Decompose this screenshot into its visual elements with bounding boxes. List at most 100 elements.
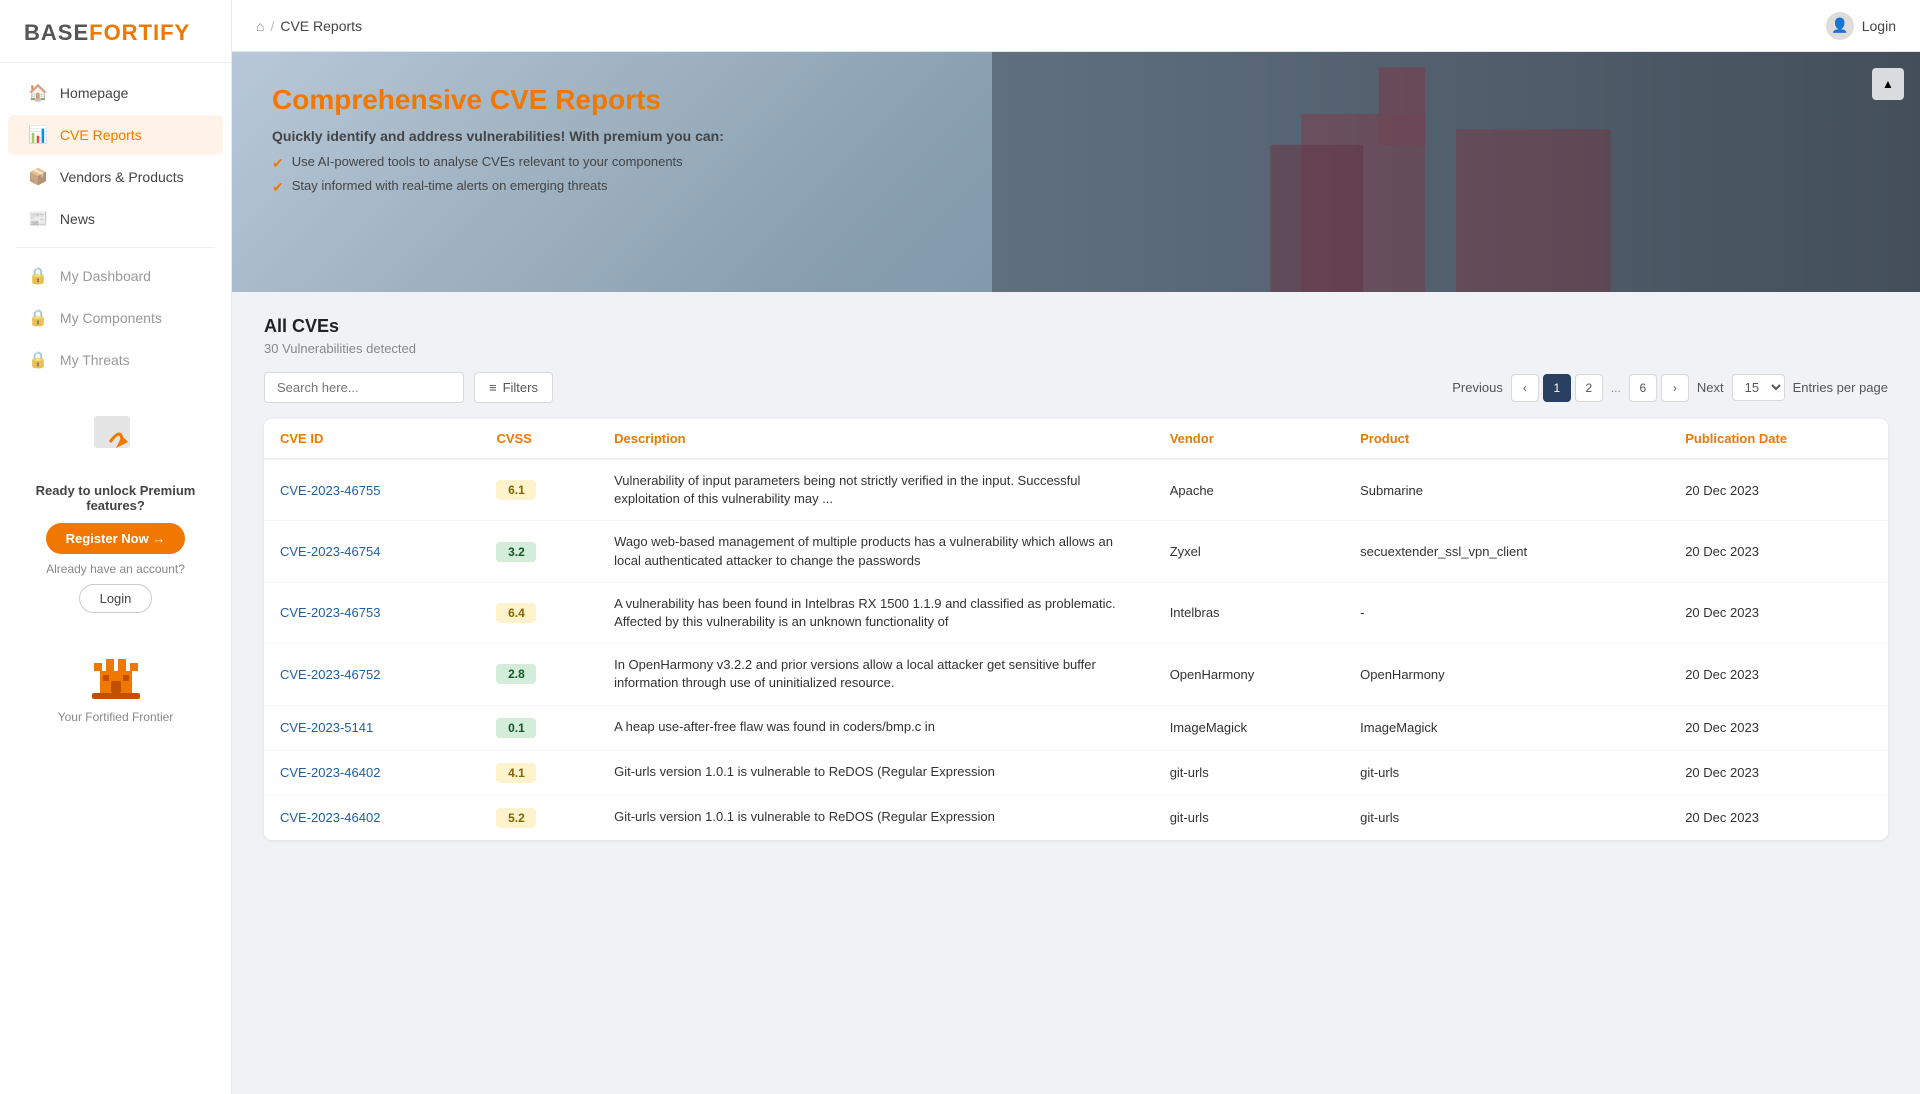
cell-cve-id[interactable]: CVE-2023-46752	[264, 644, 480, 705]
sidebar-item-cve-reports[interactable]: 📊 CVE Reports	[8, 115, 223, 155]
table-header: CVE ID CVSS Description Vendor Product P…	[264, 419, 1888, 459]
premium-section: Ready to unlock Premium features? Regist…	[12, 406, 219, 613]
logo: BASEFORTIFY	[0, 0, 231, 63]
sidebar-item-homepage[interactable]: 🏠 Homepage	[8, 73, 223, 113]
cell-cve-id[interactable]: CVE-2023-46402	[264, 795, 480, 840]
cell-date: 20 Dec 2023	[1669, 582, 1888, 643]
cell-cvss: 0.1	[480, 705, 598, 750]
col-product: Product	[1344, 419, 1669, 459]
home-icon: 🏠	[28, 83, 48, 103]
sidebar-item-my-threats[interactable]: 🔒 My Threats	[8, 340, 223, 380]
sidebar-label-news: News	[60, 211, 95, 227]
page-next-arrow[interactable]: ›	[1661, 374, 1689, 402]
table-row: CVE-2023-46752 2.8 In OpenHarmony v3.2.2…	[264, 644, 1888, 705]
cell-vendor: Apache	[1154, 459, 1344, 521]
chevron-up-icon: ▲	[1882, 77, 1894, 91]
cell-description: Vulnerability of input parameters being …	[598, 459, 1154, 521]
banner-title: Comprehensive CVE Reports	[272, 84, 872, 116]
cell-product: git-urls	[1344, 750, 1669, 795]
entries-per-page-select[interactable]: 15 25 50	[1732, 374, 1785, 401]
cell-product: OpenHarmony	[1344, 644, 1669, 705]
table-controls-left: ≡ Filters	[264, 372, 553, 403]
cell-cvss: 2.8	[480, 644, 598, 705]
breadcrumb: ⌂ / CVE Reports	[256, 18, 362, 34]
breadcrumb-separator: /	[270, 18, 274, 34]
cell-date: 20 Dec 2023	[1669, 705, 1888, 750]
page-prev-arrow[interactable]: ‹	[1511, 374, 1539, 402]
col-description: Description	[598, 419, 1154, 459]
sidebar: BASEFORTIFY 🏠 Homepage 📊 CVE Reports 📦 V…	[0, 0, 232, 1094]
page-1[interactable]: 1	[1543, 374, 1571, 402]
banner-subtitle: Quickly identify and address vulnerabili…	[272, 128, 872, 144]
banner-feature-2: ✔ Stay informed with real-time alerts on…	[272, 178, 872, 196]
table-row: CVE-2023-46402 4.1 Git-urls version 1.0.…	[264, 750, 1888, 795]
main-content: ⌂ / CVE Reports 👤 Login ▲ Comprehensive …	[232, 0, 1920, 1094]
cell-cve-id[interactable]: CVE-2023-5141	[264, 705, 480, 750]
checkmark-icon-1: ✔	[272, 155, 284, 172]
user-login-label: Login	[1862, 18, 1896, 34]
cell-cvss: 6.1	[480, 459, 598, 521]
cell-date: 20 Dec 2023	[1669, 521, 1888, 582]
castle-label: Your Fortified Frontier	[0, 710, 231, 724]
sidebar-item-vendors-products[interactable]: 📦 Vendors & Products	[8, 157, 223, 197]
next-label: Next	[1697, 380, 1724, 395]
cell-description: In OpenHarmony v3.2.2 and prior versions…	[598, 644, 1154, 705]
checkmark-icon-2: ✔	[272, 179, 284, 196]
sidebar-label-cve-reports: CVE Reports	[60, 127, 142, 143]
news-icon: 📰	[28, 209, 48, 229]
cell-vendor: git-urls	[1154, 795, 1344, 840]
cell-cve-id[interactable]: CVE-2023-46754	[264, 521, 480, 582]
cell-date: 20 Dec 2023	[1669, 795, 1888, 840]
page-dots: ...	[1607, 381, 1625, 395]
top-header: ⌂ / CVE Reports 👤 Login	[232, 0, 1920, 52]
cell-description: Git-urls version 1.0.1 is vulnerable to …	[598, 795, 1154, 840]
filter-icon: ≡	[489, 380, 497, 395]
banner-content: Comprehensive CVE Reports Quickly identi…	[272, 84, 872, 196]
cve-section: All CVEs 30 Vulnerabilities detected ≡ F…	[232, 292, 1920, 864]
breadcrumb-home[interactable]: ⌂	[256, 18, 264, 34]
cell-date: 20 Dec 2023	[1669, 459, 1888, 521]
cell-vendor: Intelbras	[1154, 582, 1344, 643]
user-avatar: 👤	[1826, 12, 1854, 40]
logo-base: BASE	[24, 20, 89, 45]
banner-title-highlight: CVE Reports	[490, 84, 661, 115]
table-row: CVE-2023-46753 6.4 A vulnerability has b…	[264, 582, 1888, 643]
sidebar-item-my-dashboard[interactable]: 🔒 My Dashboard	[8, 256, 223, 296]
filter-button[interactable]: ≡ Filters	[474, 372, 553, 403]
page-6[interactable]: 6	[1629, 374, 1657, 402]
page-2[interactable]: 2	[1575, 374, 1603, 402]
premium-title: Ready to unlock Premium features?	[12, 483, 219, 513]
cell-product: ImageMagick	[1344, 705, 1669, 750]
sidebar-item-my-components[interactable]: 🔒 My Components	[8, 298, 223, 338]
lock-icon-components: 🔒	[28, 308, 48, 328]
main-nav: 🏠 Homepage 📊 CVE Reports 📦 Vendors & Pro…	[0, 63, 231, 390]
col-date: Publication Date	[1669, 419, 1888, 459]
banner-title-plain: Comprehensive	[272, 84, 490, 115]
sidebar-label-my-components: My Components	[60, 310, 162, 326]
user-section[interactable]: 👤 Login	[1826, 12, 1896, 40]
sidebar-login-button[interactable]: Login	[79, 584, 153, 613]
banner-collapse-button[interactable]: ▲	[1872, 68, 1904, 100]
search-input[interactable]	[264, 372, 464, 403]
content-area: ▲ Comprehensive CVE Reports Quickly iden…	[232, 52, 1920, 1094]
previous-label: Previous	[1452, 380, 1503, 395]
nav-divider	[16, 247, 215, 248]
cell-cve-id[interactable]: CVE-2023-46402	[264, 750, 480, 795]
sidebar-item-news[interactable]: 📰 News	[8, 199, 223, 239]
cell-vendor: ImageMagick	[1154, 705, 1344, 750]
already-account-text: Already have an account?	[12, 562, 219, 576]
table-controls: ≡ Filters Previous ‹ 1 2 ... 6 › Next	[264, 372, 1888, 403]
premium-icon	[86, 406, 146, 466]
cell-product: secuextender_ssl_vpn_client	[1344, 521, 1669, 582]
cell-description: Wago web-based management of multiple pr…	[598, 521, 1154, 582]
cell-cve-id[interactable]: CVE-2023-46755	[264, 459, 480, 521]
table-controls-right: Previous ‹ 1 2 ... 6 › Next 15 25 50	[1452, 374, 1888, 402]
register-button[interactable]: Register Now →	[46, 523, 186, 554]
sidebar-label-my-threats: My Threats	[60, 352, 130, 368]
pagination: ‹ 1 2 ... 6 ›	[1511, 374, 1689, 402]
table-body: CVE-2023-46755 6.1 Vulnerability of inpu…	[264, 459, 1888, 840]
castle-section: Your Fortified Frontier	[0, 629, 231, 732]
lock-icon-dashboard: 🔒	[28, 266, 48, 286]
cell-cvss: 5.2	[480, 795, 598, 840]
cell-cve-id[interactable]: CVE-2023-46753	[264, 582, 480, 643]
